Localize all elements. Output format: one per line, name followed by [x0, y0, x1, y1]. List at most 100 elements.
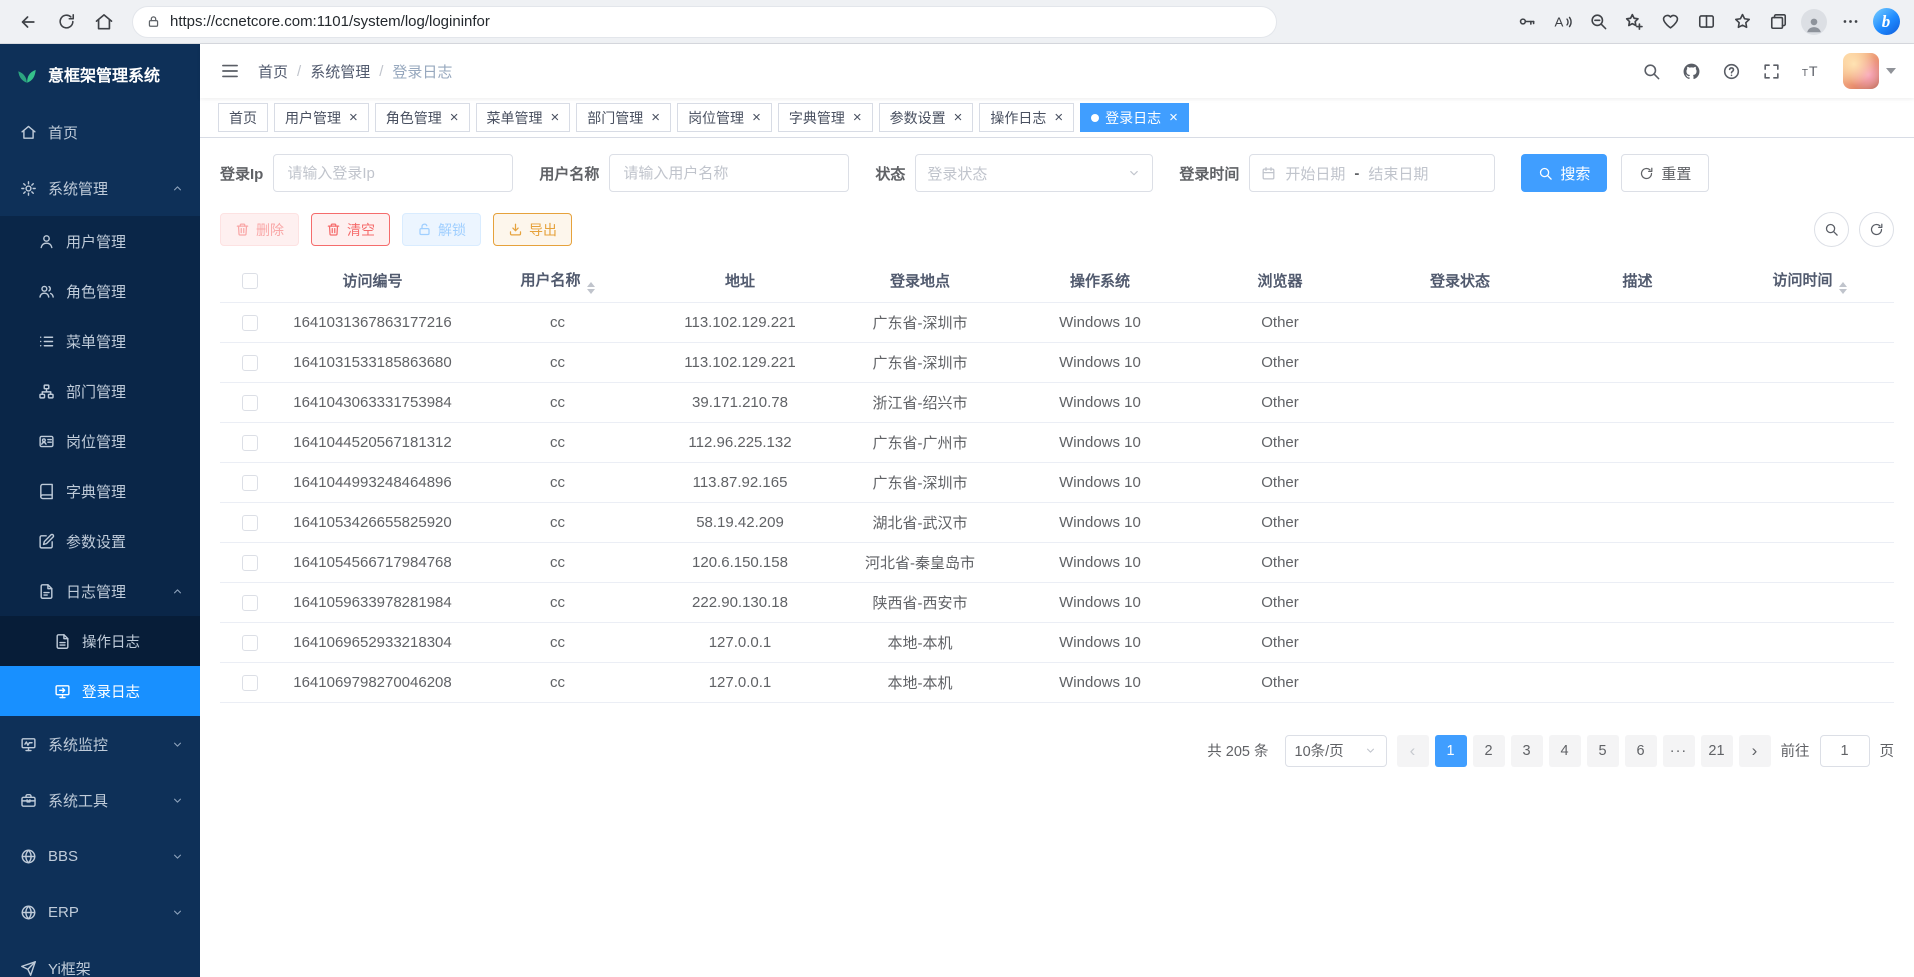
collections-button[interactable]	[1760, 4, 1796, 40]
user-menu[interactable]	[1843, 53, 1896, 89]
reset-button[interactable]: 重置	[1621, 154, 1709, 192]
sidebar-item-post-management[interactable]: 岗位管理	[0, 416, 200, 466]
password-key-button[interactable]	[1508, 4, 1544, 40]
page-3-button[interactable]: 3	[1511, 735, 1543, 767]
login-ip-input[interactable]	[273, 154, 513, 192]
collapse-sidebar-button[interactable]	[212, 53, 248, 89]
page-4-button[interactable]: 4	[1549, 735, 1581, 767]
status-select[interactable]: 登录状态	[915, 154, 1153, 192]
close-icon[interactable]: ×	[551, 110, 560, 125]
page-5-button[interactable]: 5	[1587, 735, 1619, 767]
help-button[interactable]	[1713, 53, 1749, 89]
close-icon[interactable]: ×	[752, 110, 761, 125]
tab-home[interactable]: 首页	[218, 103, 268, 132]
column-header[interactable]: 用户名称	[465, 259, 650, 302]
header-search-button[interactable]	[1633, 53, 1669, 89]
delete-button[interactable]: 删除	[220, 213, 299, 246]
export-button[interactable]: 导出	[493, 213, 572, 246]
cell-location: 浙江省-绍兴市	[830, 382, 1010, 422]
close-icon[interactable]: ×	[1169, 110, 1178, 125]
tab-dict-management[interactable]: 字典管理×	[778, 103, 873, 132]
clear-button[interactable]: 清空	[311, 213, 390, 246]
add-favorite-button[interactable]	[1616, 4, 1652, 40]
sidebar-item-erp[interactable]: ERP	[0, 884, 200, 940]
tab-department-management[interactable]: 部门管理×	[576, 103, 671, 132]
sidebar-item-system-monitor[interactable]: 系统监控	[0, 716, 200, 772]
fullscreen-button[interactable]	[1753, 53, 1789, 89]
breadcrumb-home[interactable]: 首页	[258, 61, 288, 82]
tab-post-management[interactable]: 岗位管理×	[677, 103, 772, 132]
favorites-button[interactable]	[1724, 4, 1760, 40]
sidebar-item-home[interactable]: 首页	[0, 104, 200, 160]
close-icon[interactable]: ×	[651, 110, 660, 125]
close-icon[interactable]: ×	[450, 110, 459, 125]
row-checkbox[interactable]	[242, 555, 258, 571]
sidebar-item-department-management[interactable]: 部门管理	[0, 366, 200, 416]
sidebar-item-operation-log[interactable]: 操作日志	[0, 616, 200, 666]
date-range-picker[interactable]: 开始日期 - 结束日期	[1249, 154, 1495, 192]
row-checkbox[interactable]	[242, 675, 258, 691]
sidebar-item-user-management[interactable]: 用户管理	[0, 216, 200, 266]
refresh-table-button[interactable]	[1859, 212, 1894, 247]
column-header[interactable]: 访问时间	[1725, 259, 1894, 302]
zoom-out-button[interactable]	[1580, 4, 1616, 40]
font-size-button[interactable]: TT	[1793, 53, 1829, 89]
address-bar[interactable]: https://ccnetcore.com:1101/system/log/lo…	[132, 6, 1277, 38]
row-checkbox[interactable]	[242, 355, 258, 371]
browser-more-button[interactable]	[1832, 4, 1868, 40]
sort-carets-icon[interactable]	[587, 282, 595, 295]
close-icon[interactable]: ×	[853, 110, 862, 125]
close-icon[interactable]: ×	[349, 110, 358, 125]
sidebar-item-login-log[interactable]: 登录日志	[0, 666, 200, 716]
sidebar-item-dict-management[interactable]: 字典管理	[0, 466, 200, 516]
toggle-search-button[interactable]	[1814, 212, 1849, 247]
split-screen-button[interactable]	[1688, 4, 1724, 40]
more-pages-button[interactable]: ···	[1663, 735, 1695, 767]
unlock-button[interactable]: 解锁	[402, 213, 481, 246]
next-page-button[interactable]: ›	[1739, 735, 1771, 767]
page-2-button[interactable]: 2	[1473, 735, 1505, 767]
sidebar-item-system-tools[interactable]: 系统工具	[0, 772, 200, 828]
row-checkbox[interactable]	[242, 595, 258, 611]
row-checkbox[interactable]	[242, 475, 258, 491]
close-icon[interactable]: ×	[954, 110, 963, 125]
sidebar-item-yi-framework[interactable]: Yi框架	[0, 940, 200, 977]
read-aloud-button[interactable]: A	[1544, 4, 1580, 40]
tab-role-management[interactable]: 角色管理×	[375, 103, 470, 132]
sidebar-item-system-management[interactable]: 系统管理	[0, 160, 200, 216]
select-all-checkbox[interactable]	[242, 273, 258, 289]
row-checkbox[interactable]	[242, 395, 258, 411]
tab-login-log[interactable]: 登录日志×	[1080, 103, 1189, 132]
tab-operation-log[interactable]: 操作日志×	[979, 103, 1074, 132]
sidebar-item-param-settings[interactable]: 参数设置	[0, 516, 200, 566]
sidebar-item-role-management[interactable]: 角色管理	[0, 266, 200, 316]
tab-param-settings[interactable]: 参数设置×	[879, 103, 974, 132]
sidebar-item-log-management[interactable]: 日志管理	[0, 566, 200, 616]
sidebar-item-bbs[interactable]: BBS	[0, 828, 200, 884]
github-button[interactable]	[1673, 53, 1709, 89]
tab-menu-management[interactable]: 菜单管理×	[476, 103, 571, 132]
row-checkbox[interactable]	[242, 515, 258, 531]
sort-carets-icon[interactable]	[1839, 282, 1847, 295]
page-6-button[interactable]: 6	[1625, 735, 1657, 767]
jump-page-input[interactable]	[1820, 735, 1870, 767]
page-size-select[interactable]: 10条/页	[1285, 735, 1387, 767]
browser-back-button[interactable]	[10, 4, 46, 40]
browser-essentials-button[interactable]	[1652, 4, 1688, 40]
prev-page-button[interactable]: ‹	[1397, 735, 1429, 767]
browser-profile-button[interactable]	[1796, 4, 1832, 40]
row-checkbox[interactable]	[242, 635, 258, 651]
tab-user-management[interactable]: 用户管理×	[274, 103, 369, 132]
browser-home-button[interactable]	[86, 4, 122, 40]
browser-refresh-button[interactable]	[48, 4, 84, 40]
user-name-input[interactable]	[609, 154, 849, 192]
breadcrumb-system-management[interactable]: 系统管理	[310, 61, 370, 82]
page-21-button[interactable]: 21	[1701, 735, 1733, 767]
row-checkbox[interactable]	[242, 435, 258, 451]
page-1-button[interactable]: 1	[1435, 735, 1467, 767]
search-button[interactable]: 搜索	[1521, 154, 1607, 192]
row-checkbox[interactable]	[242, 315, 258, 331]
sidebar-item-menu-management[interactable]: 菜单管理	[0, 316, 200, 366]
copilot-button[interactable]: b	[1868, 4, 1904, 40]
close-icon[interactable]: ×	[1054, 110, 1063, 125]
